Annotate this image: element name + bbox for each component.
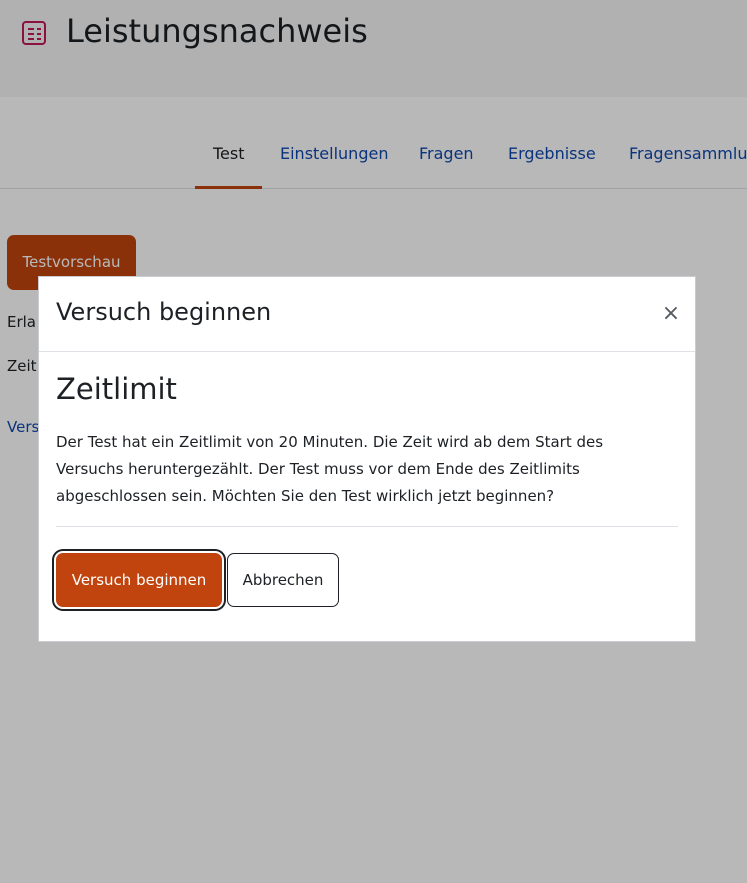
start-attempt-button[interactable]: Versuch beginnen bbox=[56, 553, 222, 607]
time-limit-heading: Zeitlimit bbox=[56, 372, 177, 406]
modal-divider bbox=[56, 526, 678, 527]
start-attempt-dialog: Versuch beginnen × Zeitlimit Der Test ha… bbox=[38, 276, 696, 642]
modal-title: Versuch beginnen bbox=[56, 298, 272, 326]
close-icon[interactable]: × bbox=[660, 303, 682, 325]
modal-header: Versuch beginnen × bbox=[39, 277, 695, 352]
cancel-button[interactable]: Abbrechen bbox=[227, 553, 339, 607]
time-limit-text: Der Test hat ein Zeitlimit von 20 Minute… bbox=[56, 433, 604, 505]
